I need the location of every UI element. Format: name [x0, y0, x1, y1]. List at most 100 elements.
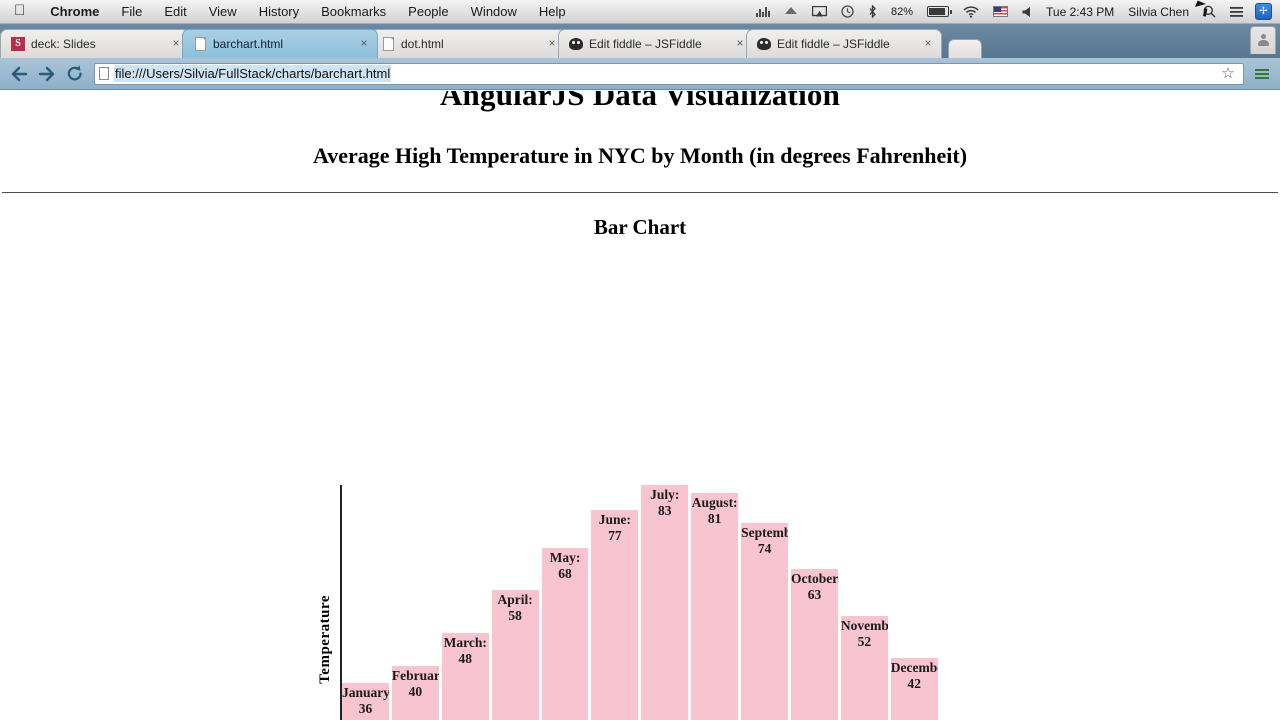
person-icon: [1257, 34, 1269, 47]
bar-value: 68: [558, 566, 572, 582]
bar-label: June:: [598, 512, 632, 528]
chrome-toolbar: file:///Users/Silvia/FullStack/charts/ba…: [0, 58, 1280, 90]
address-bar[interactable]: file:///Users/Silvia/FullStack/charts/ba…: [94, 62, 1244, 85]
bar-slot: March: 48: [441, 485, 492, 720]
bar-series: January 36 Februar 40 March: 48 April: 58 May: 68…: [342, 485, 941, 720]
menu-item-view[interactable]: View: [198, 4, 248, 19]
profile-avatar-button[interactable]: [1250, 26, 1276, 54]
web-page-content: AngularJS Data Visualization Average Hig…: [0, 91, 1280, 720]
user-name-label[interactable]: Silvia Chen: [1121, 5, 1196, 19]
tab-close-icon[interactable]: ×: [545, 37, 559, 51]
bar-value: 63: [807, 587, 822, 603]
apple-menu-icon[interactable]: : [14, 3, 25, 18]
bar-value: 81: [707, 511, 722, 527]
bar[interactable]: March: 48: [441, 632, 489, 720]
clock-label[interactable]: Tue 2:43 PM: [1039, 5, 1121, 19]
bar[interactable]: October: 63: [791, 569, 838, 720]
menu-item-help[interactable]: Help: [528, 4, 577, 19]
bar-slot: July: 83: [641, 485, 691, 720]
menu-item-chrome[interactable]: Chrome: [39, 4, 110, 19]
bar-slot: September:74: [741, 485, 791, 720]
address-bar-url[interactable]: file:///Users/Silvia/FullStack/charts/ba…: [114, 65, 392, 82]
reload-button[interactable]: [62, 62, 88, 86]
tab-close-icon[interactable]: ×: [921, 37, 935, 51]
bar-label: Februar: [391, 668, 439, 684]
bar[interactable]: Februar 40: [392, 666, 439, 720]
dropbox-icon[interactable]: [777, 6, 805, 18]
menu-item-edit[interactable]: Edit: [153, 4, 197, 19]
menu-item-history[interactable]: History: [248, 4, 310, 19]
bar-value: 48: [458, 650, 472, 666]
page-document-icon: [99, 67, 109, 80]
bar-slot: June: 77: [591, 485, 641, 720]
equalizer-icon[interactable]: [749, 6, 777, 17]
bar[interactable]: September:74: [741, 522, 789, 720]
menu-item-file[interactable]: File: [110, 4, 153, 19]
blue-app-icon[interactable]: ✢: [1255, 3, 1272, 20]
bar-slot: May: 68: [541, 485, 592, 720]
bar-label: April:: [497, 592, 533, 608]
bar-chart: Temperature January 36 Februar 40 March: 48 Ap…: [0, 264, 1280, 720]
battery-icon[interactable]: [920, 6, 956, 17]
bar[interactable]: April: 58: [491, 590, 539, 720]
tab-title: Edit fiddle – JSFiddle: [777, 37, 890, 51]
bar[interactable]: June: 77: [591, 510, 639, 720]
bar-label: July:: [650, 487, 680, 502]
bar-value: 77: [608, 528, 622, 544]
bar-label: September:: [741, 524, 789, 540]
document-icon: [381, 37, 395, 51]
page-title: AngularJS Data Visualization: [439, 91, 841, 112]
y-axis-label: Temperature: [317, 595, 333, 684]
tab-close-icon[interactable]: ×: [169, 37, 183, 51]
forward-button[interactable]: [34, 62, 60, 86]
time-machine-icon[interactable]: [834, 5, 861, 18]
browser-tab-dot[interactable]: dot.html ×: [370, 29, 566, 58]
document-icon: [193, 37, 207, 51]
bar-label: November:: [840, 617, 888, 633]
tab-title: barchart.html: [213, 37, 284, 51]
bookmark-star-icon[interactable]: ☆: [1217, 66, 1239, 81]
bar[interactable]: November:52: [840, 615, 888, 720]
jsfiddle-icon: [757, 37, 771, 51]
tab-close-icon[interactable]: ×: [357, 37, 371, 51]
bar[interactable]: August: 81: [691, 493, 739, 720]
back-button[interactable]: [6, 62, 32, 86]
notification-center-icon[interactable]: [1223, 6, 1251, 18]
jsfiddle-icon: [569, 37, 583, 51]
us-flag-input-icon[interactable]: [986, 6, 1015, 17]
airplay-icon[interactable]: [805, 5, 834, 18]
menu-item-people[interactable]: People: [397, 4, 459, 19]
chrome-menu-icon[interactable]: [1250, 63, 1274, 85]
bar[interactable]: May: 68: [541, 548, 589, 720]
macos-menu-bar:  Chrome File Edit View History Bookmark…: [0, 0, 1280, 24]
tab-title: deck: Slides: [31, 37, 96, 51]
bar-value: 58: [508, 608, 522, 624]
bar[interactable]: January 36: [342, 683, 389, 720]
bar[interactable]: December:42: [891, 657, 938, 720]
horizontal-divider: [2, 192, 1278, 193]
menu-item-window[interactable]: Window: [460, 4, 528, 19]
volume-icon[interactable]: [1015, 6, 1039, 18]
browser-tab-deck-slides[interactable]: S deck: Slides ×: [0, 29, 190, 58]
bar[interactable]: July: 83: [641, 485, 689, 720]
wifi-icon[interactable]: [956, 5, 986, 18]
bar-value: 36: [358, 701, 373, 717]
bar-slot: April: 58: [491, 485, 542, 720]
browser-tab-jsfiddle-2[interactable]: Edit fiddle – JSFiddle ×: [746, 29, 942, 58]
browser-tab-barchart[interactable]: barchart.html ×: [182, 29, 378, 58]
slides-deck-icon: S: [11, 37, 25, 51]
tab-title: Edit fiddle – JSFiddle: [589, 37, 702, 51]
menu-item-bookmarks[interactable]: Bookmarks: [310, 4, 397, 19]
page-subtitle: Average High Temperature in NYC by Month…: [312, 143, 968, 168]
browser-tab-jsfiddle-1[interactable]: Edit fiddle – JSFiddle ×: [558, 29, 754, 58]
battery-percent-label: 82%: [891, 5, 914, 18]
tab-close-icon[interactable]: ×: [733, 37, 747, 51]
new-tab-button[interactable]: [948, 39, 982, 58]
bar-label: August:: [691, 495, 738, 511]
bar-slot: August: 81: [691, 485, 741, 720]
chrome-tab-strip: S deck: Slides × barchart.html × dot.htm…: [0, 24, 1280, 58]
bar-slot: December:42: [891, 485, 941, 720]
bluetooth-icon[interactable]: [861, 5, 884, 18]
bar-value: 42: [907, 675, 921, 691]
bar-value: 40: [408, 684, 423, 700]
